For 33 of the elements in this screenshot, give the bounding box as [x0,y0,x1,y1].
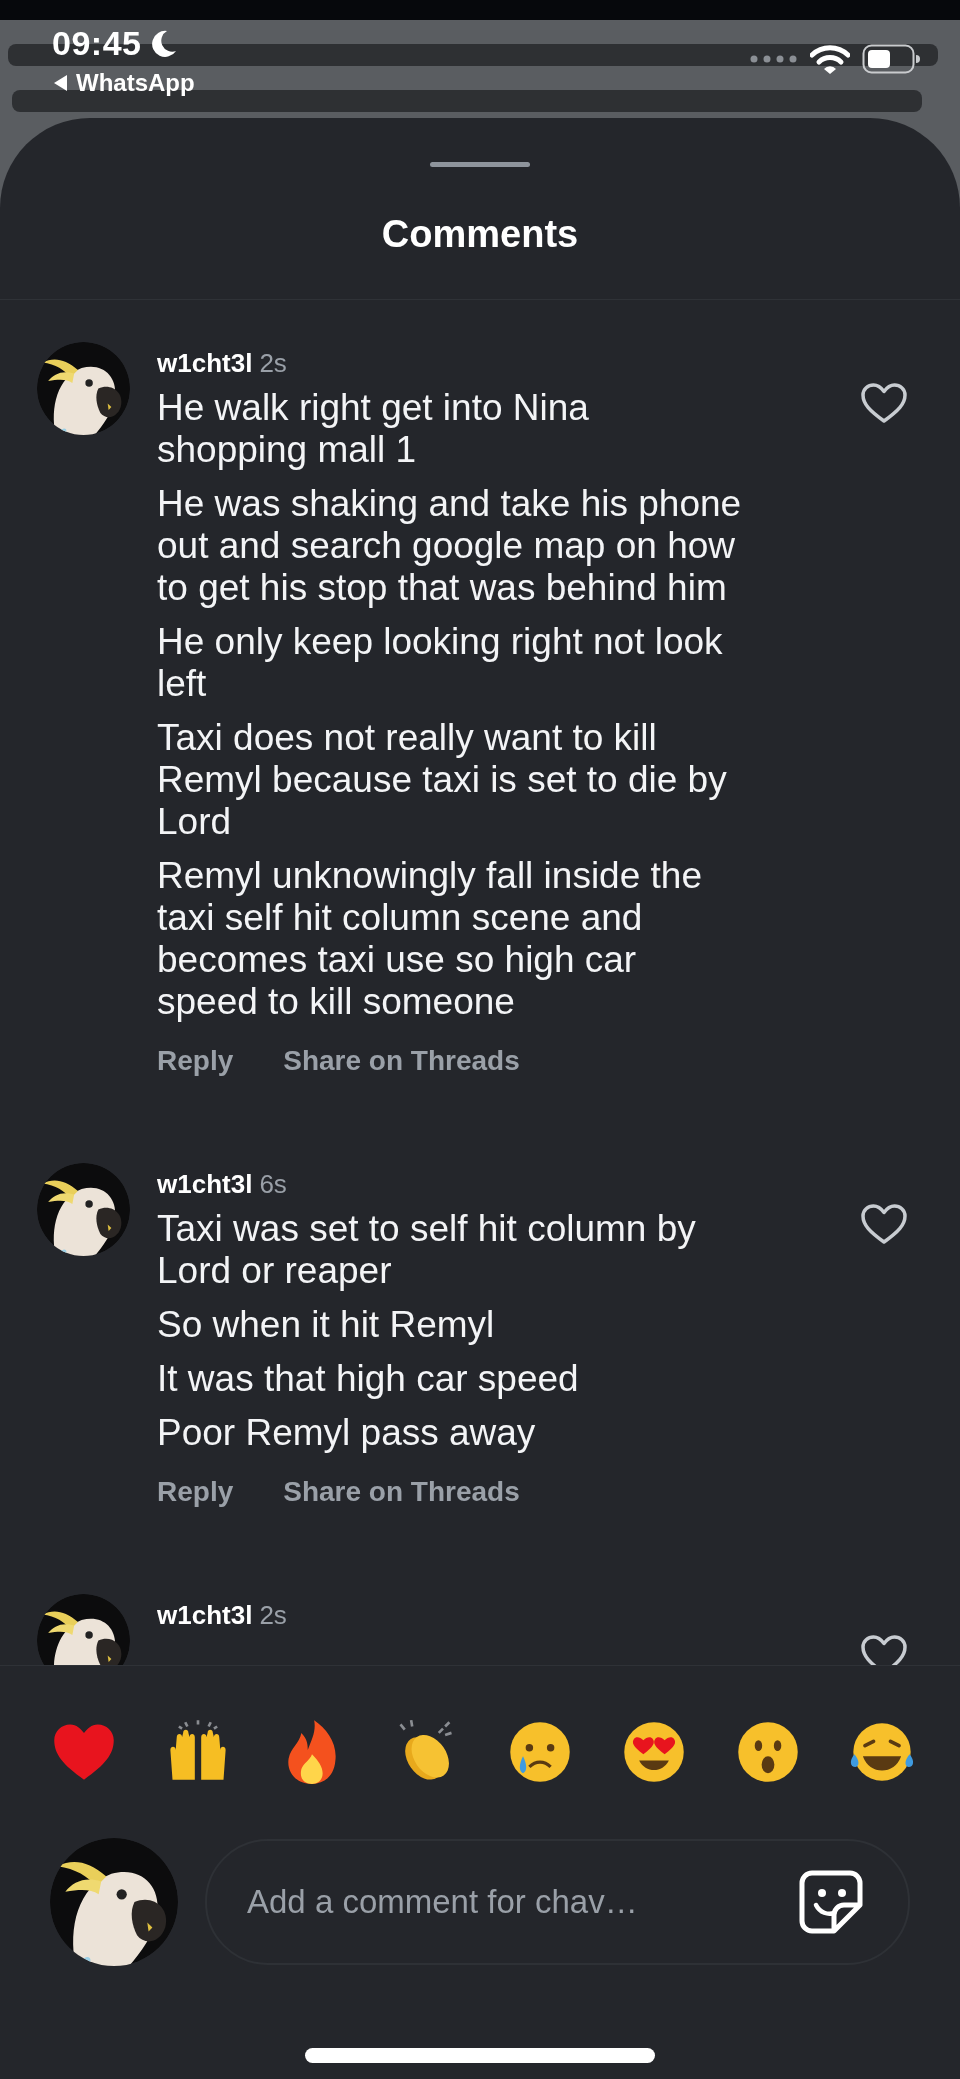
heart-icon[interactable] [860,1203,908,1245]
comment-text: It was that high car speed [157,1358,580,1400]
comment-text: Taxi was set to self hit column by Lord or reaper [157,1208,697,1292]
back-icon[interactable] [52,74,68,92]
comment-text: Taxi does not really want to kill Remyl because taxi is set to die by Lord [157,717,728,843]
sheet-title: Comments [381,213,579,256]
comment-text: Remyl unknowingly fall inside the taxi self hit column scene and becomes taxi use so high car speed to kill someone [157,855,703,1023]
comment-time: 2s [259,1600,287,1631]
comment-text: Poor Remyl pass away [157,1412,537,1454]
battery-icon [862,44,920,74]
username[interactable]: w1cht3l [157,1169,253,1200]
comment-text: He only keep looking right not look left [157,621,724,705]
comment-time: 6s [259,1169,287,1200]
comment-text: He was shaking and take his phone out and search google map on how to get his stop that was behind him [157,483,742,609]
share-link[interactable]: Share on Threads [283,1045,520,1077]
drag-handle[interactable] [430,162,530,167]
comment-time: 2s [259,348,287,379]
reply-link[interactable]: Reply [157,1476,234,1508]
comment-field[interactable]: Add a comment for chav… [205,1839,910,1965]
wifi-icon [810,44,850,74]
moon-icon [149,28,178,59]
status-time: 09:45 [52,24,142,63]
heart-icon[interactable] [860,1634,908,1665]
heart-icon[interactable] [860,382,908,424]
username[interactable]: w1cht3l [157,1600,253,1631]
sticker-icon[interactable] [798,1869,864,1935]
username[interactable]: w1cht3l [157,348,253,379]
signal-icon [750,55,798,63]
comment-text: So when it hit Remyl [157,1304,496,1346]
share-link[interactable]: Share on Threads [283,1476,520,1508]
reply-link[interactable]: Reply [157,1045,234,1077]
comment-text: He walk right get into Nina shopping mall 1 [157,387,590,471]
back-link[interactable]: WhatsApp [52,69,195,97]
